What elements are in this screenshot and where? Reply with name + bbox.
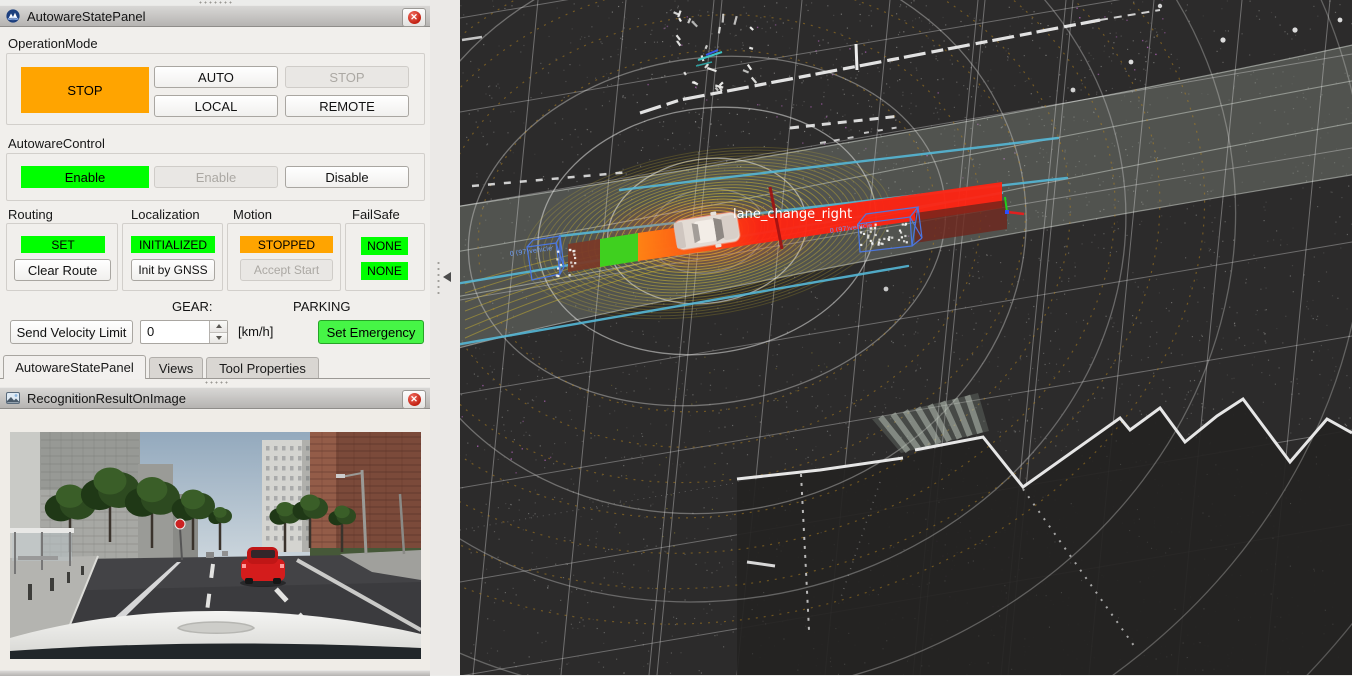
gear-value: PARKING (293, 299, 351, 314)
accept-start-button[interactable]: Accept Start (240, 259, 333, 281)
tab-views[interactable]: Views (149, 357, 203, 378)
routing-group: SET Clear Route (6, 223, 118, 291)
motion-group: STOPPED Accept Start (227, 223, 341, 291)
velocity-unit-label: [km/h] (238, 324, 273, 339)
tab-autoware-state-panel[interactable]: AutowareStatePanel (3, 355, 146, 379)
enable-button[interactable]: Enable (154, 166, 278, 188)
recognition-panel-close-button[interactable]: ✕ (402, 390, 426, 409)
failsafe-status-top: NONE (361, 237, 408, 255)
spinbox-arrows (209, 321, 227, 343)
auto-button[interactable]: AUTO (154, 66, 278, 88)
spin-up-button[interactable] (210, 321, 227, 332)
motion-label: Motion (233, 207, 272, 222)
gear-label: GEAR: (172, 299, 212, 314)
left-dock: AutowareStatePanel ✕ OperationMode STOP … (0, 0, 430, 675)
close-icon: ✕ (408, 393, 421, 406)
state-panel-title: AutowareStatePanel (27, 9, 146, 24)
spin-down-button[interactable] (210, 332, 227, 344)
rviz-3d-viewport[interactable]: 0 (97)vehicle 0 (97)vehicle lane_change_… (460, 0, 1352, 675)
operation-mode-current-stop: STOP (21, 67, 149, 113)
image-icon (6, 391, 20, 405)
stop-button[interactable]: STOP (285, 66, 409, 88)
state-panel-titlebar[interactable]: AutowareStatePanel ✕ (0, 5, 430, 27)
velocity-limit-spinbox[interactable]: 0 (140, 320, 228, 344)
recognition-panel-title: RecognitionResultOnImage (27, 391, 186, 406)
dock-drag-handle[interactable] (198, 1, 232, 4)
send-velocity-limit-button[interactable]: Send Velocity Limit (10, 320, 133, 344)
velocity-limit-value[interactable]: 0 (141, 321, 209, 343)
splitter-handle-dots[interactable] (437, 260, 440, 298)
clear-route-button[interactable]: Clear Route (14, 259, 111, 281)
splitter-collapse-arrow-icon[interactable] (443, 272, 451, 282)
localization-label: Localization (131, 207, 200, 222)
camera-image (10, 432, 421, 659)
operation-mode-group: STOP AUTO STOP LOCAL REMOTE (6, 53, 425, 125)
operation-mode-label: OperationMode (8, 36, 98, 51)
failsafe-status-bottom: NONE (361, 262, 408, 280)
autoware-control-label: AutowareControl (8, 136, 105, 151)
arrow-down-icon (216, 336, 222, 340)
next-panel-titlebar-edge (0, 670, 430, 676)
motion-status: STOPPED (240, 236, 333, 253)
failsafe-label: FailSafe (352, 207, 400, 222)
autoware-logo-icon (6, 9, 20, 23)
control-enable-active: Enable (21, 166, 149, 188)
tab-drag-handle[interactable] (204, 381, 230, 384)
tab-tool-properties[interactable]: Tool Properties (206, 357, 319, 378)
routing-status: SET (21, 236, 105, 253)
arrow-up-icon (216, 324, 222, 328)
close-icon: ✕ (408, 11, 421, 24)
recognition-panel-titlebar[interactable]: RecognitionResultOnImage ✕ (0, 387, 430, 409)
state-panel-close-button[interactable]: ✕ (402, 8, 426, 27)
localization-status: INITIALIZED (131, 236, 215, 253)
autoware-control-group: Enable Enable Disable (6, 153, 425, 201)
remote-button[interactable]: REMOTE (285, 95, 409, 117)
routing-label: Routing (8, 207, 53, 222)
behavior-annotation: lane_change_right (733, 207, 852, 222)
localization-group: INITIALIZED Init by GNSS (122, 223, 223, 291)
failsafe-group: NONE NONE (345, 223, 425, 291)
disable-button[interactable]: Disable (285, 166, 409, 188)
local-button[interactable]: LOCAL (154, 95, 278, 117)
dock-splitter[interactable] (430, 0, 460, 675)
set-emergency-button[interactable]: Set Emergency (318, 320, 424, 344)
init-by-gnss-button[interactable]: Init by GNSS (131, 259, 215, 281)
